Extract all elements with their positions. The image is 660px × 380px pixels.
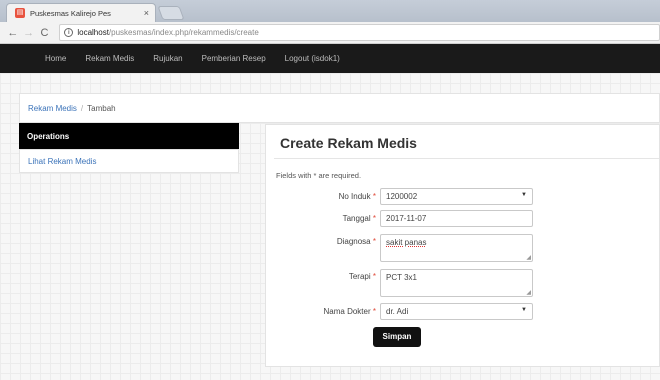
tab-title: Puskesmas Kalirejo Pes	[30, 8, 111, 18]
nav-home[interactable]: Home	[45, 54, 66, 63]
resize-handle-icon[interactable]: ◢	[526, 254, 531, 261]
field-label-nama-dokter: Nama Dokter *	[323, 307, 376, 316]
app-navbar: Home Rekam Medis Rujukan Pemberian Resep…	[0, 44, 660, 73]
info-icon[interactable]: i	[64, 28, 74, 37]
tanggal-input[interactable]: 2017-11-07	[380, 210, 533, 227]
nav-rekam-medis[interactable]: Rekam Medis	[85, 54, 134, 63]
field-row-tanggal: Tanggal * 2017-11-07	[266, 209, 660, 229]
reload-icon[interactable]: C	[38, 27, 52, 39]
browser-tab[interactable]: ▤ Puskesmas Kalirejo Pes ×	[6, 3, 156, 22]
nav-pemberian-resep[interactable]: Pemberian Resep	[202, 54, 266, 63]
browser-toolbar: ← → C i localhost /puskesmas/index.php/r…	[0, 22, 660, 44]
field-row-terapi: Terapi * PCT 3x1 ◢	[266, 267, 660, 297]
page-content: Rekam Medis / Tambah Operations Lihat Re…	[0, 73, 660, 380]
sidebar-menu: Lihat Rekam Medis	[19, 149, 239, 173]
nav-logout[interactable]: Logout (isdok1)	[285, 54, 340, 63]
nama-dokter-value: dr. Adi	[386, 307, 409, 316]
forward-arrow-icon[interactable]: →	[22, 27, 36, 39]
field-label-no-induk: No Induk *	[338, 192, 376, 201]
breadcrumb: Rekam Medis / Tambah	[19, 93, 660, 123]
address-bar[interactable]: i localhost /puskesmas/index.php/rekamme…	[59, 24, 660, 41]
nama-dokter-select[interactable]: dr. Adi ▼	[380, 303, 533, 320]
terapi-value: PCT 3x1	[386, 273, 417, 282]
title-divider	[274, 158, 659, 159]
form-panel: Create Rekam Medis Fields with * are req…	[265, 124, 660, 367]
diagnosa-textarea[interactable]: sakit panas ◢	[380, 234, 533, 262]
simpan-button[interactable]: Simpan	[373, 327, 421, 347]
resize-handle-icon[interactable]: ◢	[526, 289, 531, 296]
field-row-diagnosa: Diagnosa * sakit panas ◢	[266, 232, 660, 262]
field-row-nama-dokter: Nama Dokter * dr. Adi ▼	[266, 302, 660, 322]
page-title: Create Rekam Medis	[280, 135, 417, 151]
url-host: localhost	[77, 28, 109, 37]
breadcrumb-current: Tambah	[87, 103, 116, 113]
browser-tabstrip: ▤ Puskesmas Kalirejo Pes ×	[0, 0, 660, 22]
new-tab-button[interactable]	[157, 6, 185, 20]
no-induk-select[interactable]: 1200002 ▼	[380, 188, 533, 205]
close-tab-icon[interactable]: ×	[144, 8, 149, 18]
nav-rujukan[interactable]: Rujukan	[153, 54, 182, 63]
field-row-no-induk: No Induk * 1200002 ▼	[266, 187, 660, 207]
operations-sidebar: Operations Lihat Rekam Medis	[19, 123, 239, 173]
terapi-textarea[interactable]: PCT 3x1 ◢	[380, 269, 533, 297]
field-label-terapi: Terapi *	[348, 272, 376, 281]
no-induk-value: 1200002	[386, 192, 418, 201]
puskesmas-favicon-icon: ▤	[15, 8, 25, 18]
sidebar-heading: Operations	[19, 123, 239, 149]
field-label-diagnosa: Diagnosa *	[336, 237, 376, 246]
diagnosa-value: sakit panas	[386, 238, 427, 247]
breadcrumb-separator: /	[80, 103, 84, 113]
breadcrumb-link[interactable]: Rekam Medis	[28, 104, 77, 113]
required-note: Fields with * are required.	[276, 171, 362, 180]
back-arrow-icon[interactable]: ←	[6, 27, 20, 39]
sidebar-item-lihat-rekam-medis[interactable]: Lihat Rekam Medis	[28, 157, 96, 166]
url-path: /puskesmas/index.php/rekammedis/create	[108, 28, 259, 37]
field-label-tanggal: Tanggal *	[342, 214, 376, 223]
chevron-down-icon: ▼	[521, 192, 527, 198]
chevron-down-icon: ▼	[521, 307, 527, 313]
